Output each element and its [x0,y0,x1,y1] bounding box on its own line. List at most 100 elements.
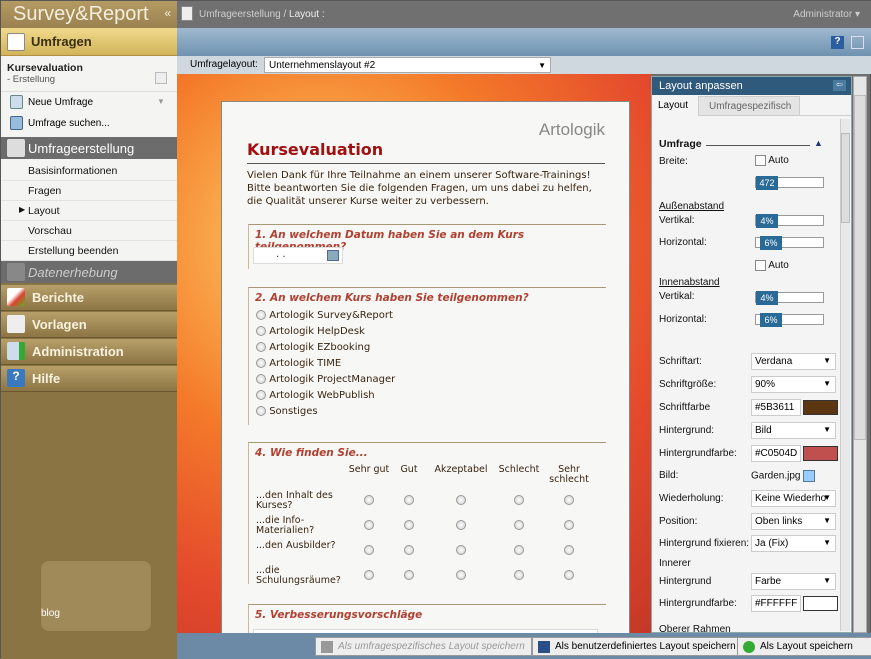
nav-basisinformationen[interactable]: Basisinformationen [1,161,177,181]
page-scrollbar[interactable] [853,76,867,633]
course-option[interactable]: Artologik Survey&Report [256,310,393,321]
inner-horizontal-slider[interactable]: 6% [755,313,824,327]
rating-radio[interactable] [404,545,414,555]
chevron-down-icon[interactable]: ▼ [157,97,165,106]
nav-erstellung-beenden[interactable]: Erstellung beenden [1,241,177,261]
inner-vertical-slider[interactable]: 4% [755,291,824,305]
disk-icon [538,641,550,653]
rating-radio[interactable] [514,570,524,580]
rating-radio[interactable] [456,495,466,505]
rating-radio[interactable] [514,545,524,555]
new-survey-button[interactable]: Neue Umfrage ▼ [1,94,177,112]
rating-radio[interactable] [456,570,466,580]
select-field[interactable]: 90% ▼ [751,376,836,393]
radio-button[interactable] [256,358,266,368]
color-input[interactable]: #5B3611 [751,399,801,416]
data-icon [7,263,25,281]
row-label: ...den Ausbilder? [256,540,336,551]
rating-radio[interactable] [564,520,574,530]
select-field[interactable]: Ja (Fix) ▼ [751,535,836,552]
radio-button[interactable] [256,390,266,400]
course-option[interactable]: Sonstiges [256,406,318,417]
rating-radio[interactable] [564,545,574,555]
section-administration[interactable]: Administration [1,339,177,365]
image-picker-icon[interactable] [803,470,816,482]
outer-horizontal-slider[interactable]: 6% [755,236,824,250]
select-field[interactable]: Bild ▼ [751,422,836,439]
color-swatch[interactable] [803,400,838,415]
chevron-down-icon: ▼ [823,425,831,434]
nav-layout[interactable]: ▶ Layout [1,201,177,221]
section-umfrageerstellung[interactable]: Umfrageerstellung [1,137,177,159]
user-menu[interactable]: Administrator ▾ [793,9,860,20]
select-field[interactable]: Verdana ▼ [751,353,836,370]
select-field[interactable]: Farbe ▼ [751,573,836,590]
rating-radio[interactable] [514,520,524,530]
color-input[interactable]: #C0504D [751,445,801,462]
toolbar: ? [177,28,871,56]
rating-radio[interactable] [564,570,574,580]
width-slider[interactable]: 472 [755,176,824,190]
rating-radio[interactable] [404,520,414,530]
nav-vorschau[interactable]: Vorschau [1,221,177,241]
rating-radio[interactable] [514,495,524,505]
course-option[interactable]: Artologik ProjectManager [256,374,395,385]
save-layout-button[interactable]: Als Layout speichern [737,637,871,656]
course-option[interactable]: Artologik WebPublish [256,390,375,401]
color-swatch[interactable] [803,596,838,611]
scale-header: Sehr schlecht [549,464,589,485]
rating-radio[interactable] [456,545,466,555]
nav-fragen[interactable]: Fragen [1,181,177,201]
rating-radio[interactable] [364,545,374,555]
rating-radio[interactable] [564,495,574,505]
sidebar: Survey&Report « Umfragen Kursevaluation -… [1,1,177,659]
pin-icon[interactable]: ⇦ [833,80,846,91]
width-auto-checkbox[interactable]: Auto [755,155,789,166]
radio-button[interactable] [256,374,266,384]
field-label: Hintergrund fixieren: [659,538,750,549]
radio-button[interactable] [256,342,266,352]
section-berichte[interactable]: Berichte [1,285,177,311]
home-icon[interactable] [155,72,167,84]
outer-vertical-slider[interactable]: 4% [755,214,824,228]
search-survey-button[interactable]: Umfrage suchen... [1,115,177,133]
calendar-icon[interactable] [327,250,339,261]
survey-name: Kursevaluation [7,62,83,74]
course-option[interactable]: Artologik TIME [256,358,341,369]
rating-radio[interactable] [364,570,374,580]
template-icon [7,315,25,333]
course-option[interactable]: Artologik EZbooking [256,342,370,353]
color-input[interactable]: #FFFFFF [751,595,801,612]
rating-radio[interactable] [364,520,374,530]
color-swatch[interactable] [803,446,838,461]
blog-link[interactable]: blog [41,608,60,619]
collapse-sidebar-icon[interactable]: « [164,6,171,20]
panel-scrollbar[interactable] [840,119,850,631]
radio-button[interactable] [256,310,266,320]
layout-select[interactable]: Unternehmenslayout #2 ▼ [264,57,551,73]
save-user-defined-button[interactable]: Als benutzerdefiniertes Layout speichern [532,637,743,656]
select-field[interactable]: Oben links ▼ [751,513,836,530]
padding-auto-checkbox[interactable]: Auto [755,260,789,271]
select-field[interactable]: Keine Wiederho ▼ [751,490,836,507]
field-label: Hintergrund: [659,425,715,436]
radio-button[interactable] [256,406,266,416]
help-icon[interactable]: ? [831,36,844,49]
tab-layout[interactable]: Layout [652,96,698,117]
rating-radio[interactable] [404,570,414,580]
radio-button[interactable] [256,326,266,336]
course-option[interactable]: Artologik HelpDesk [256,326,365,337]
section-hilfe[interactable]: ? Hilfe [1,366,177,392]
date-input[interactable]: . . [253,247,343,264]
clipboard-icon [7,139,25,157]
save-survey-specific-button[interactable]: Als umfragespezifisches Layout speichern [315,637,532,656]
section-vorlagen[interactable]: Vorlagen [1,312,177,338]
search-icon [10,116,23,130]
tab-umfragespezifisch[interactable]: Umfragespezifisch [698,96,800,116]
rating-radio[interactable] [456,520,466,530]
collapse-up-icon[interactable]: ▲ [814,138,823,148]
section-umfragen[interactable]: Umfragen [1,28,177,56]
rating-radio[interactable] [364,495,374,505]
popout-icon[interactable] [851,36,864,49]
rating-radio[interactable] [404,495,414,505]
